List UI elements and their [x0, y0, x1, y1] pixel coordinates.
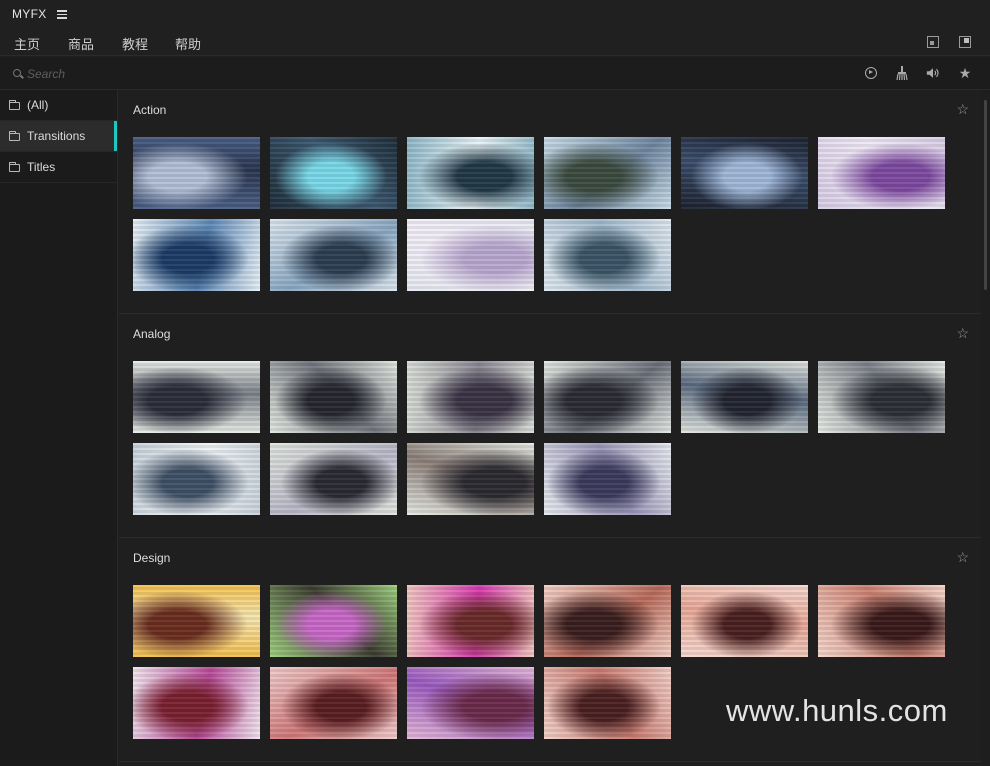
- star-icon[interactable]: ★: [958, 65, 972, 81]
- popout-window-icon[interactable]: [959, 36, 971, 48]
- effect-thumbnail[interactable]: [407, 219, 534, 291]
- sidebar-item-label: Transitions: [27, 129, 86, 143]
- scrollbar[interactable]: [981, 90, 990, 766]
- effect-thumbnail[interactable]: [133, 361, 260, 433]
- section-title: Action: [133, 103, 167, 117]
- search-icon: [13, 69, 21, 77]
- nav-item-tutorials[interactable]: 教程: [122, 34, 148, 53]
- effect-thumbnail[interactable]: [407, 585, 534, 657]
- thumbnail-grid: [119, 130, 981, 313]
- effect-thumbnail[interactable]: [407, 361, 534, 433]
- effect-thumbnail[interactable]: [270, 137, 397, 209]
- sidebar-item-transitions[interactable]: Transitions: [0, 121, 117, 152]
- effect-thumbnail[interactable]: [407, 443, 534, 515]
- effects-browser: Action ☆ Analog ☆ Design ☆: [119, 90, 981, 766]
- restore-window-icon[interactable]: [927, 36, 939, 48]
- favorite-star-icon[interactable]: ☆: [956, 102, 969, 116]
- thumbnail-grid: [119, 354, 981, 537]
- broom-icon[interactable]: [895, 66, 909, 80]
- effect-thumbnail[interactable]: [544, 667, 671, 739]
- main-nav: 主页 商品 教程 帮助: [0, 28, 990, 56]
- effect-thumbnail[interactable]: [407, 667, 534, 739]
- effect-thumbnail[interactable]: [270, 667, 397, 739]
- thumbnail-grid: [119, 578, 981, 761]
- effect-thumbnail[interactable]: [133, 137, 260, 209]
- nav-item-help[interactable]: 帮助: [175, 34, 201, 53]
- effect-thumbnail[interactable]: [544, 585, 671, 657]
- section-header: Design ☆: [119, 538, 981, 578]
- sidebar-item-titles[interactable]: Titles: [0, 152, 117, 183]
- effect-thumbnail[interactable]: [681, 361, 808, 433]
- app-title: MYFX: [12, 7, 47, 21]
- effect-thumbnail[interactable]: [544, 137, 671, 209]
- favorite-star-icon[interactable]: ☆: [956, 550, 969, 564]
- effect-thumbnail[interactable]: [133, 585, 260, 657]
- effect-thumbnail[interactable]: [270, 443, 397, 515]
- effect-thumbnail[interactable]: [818, 361, 945, 433]
- effect-thumbnail[interactable]: [681, 585, 808, 657]
- folder-icon: [8, 99, 20, 110]
- effect-thumbnail[interactable]: [133, 443, 260, 515]
- effect-thumbnail[interactable]: [133, 667, 260, 739]
- volume-icon[interactable]: [926, 66, 940, 80]
- play-circle-icon[interactable]: [864, 66, 878, 80]
- search-bar: ★: [0, 57, 990, 90]
- search-input[interactable]: [27, 65, 427, 83]
- effect-thumbnail[interactable]: [133, 219, 260, 291]
- effect-thumbnail[interactable]: [544, 443, 671, 515]
- section-title: Analog: [133, 327, 171, 341]
- folder-icon: [8, 161, 20, 172]
- effect-thumbnail[interactable]: [544, 361, 671, 433]
- effect-thumbnail[interactable]: [681, 137, 808, 209]
- sidebar: (All) Transitions Titles: [0, 90, 118, 766]
- sidebar-item-all[interactable]: (All): [0, 90, 117, 121]
- effect-thumbnail[interactable]: [407, 137, 534, 209]
- favorite-star-icon[interactable]: ☆: [956, 326, 969, 340]
- effect-thumbnail[interactable]: [818, 137, 945, 209]
- sidebar-item-label: Titles: [27, 160, 56, 174]
- effect-thumbnail[interactable]: [544, 219, 671, 291]
- title-bar: MYFX: [0, 0, 990, 28]
- nav-item-home[interactable]: 主页: [14, 34, 40, 53]
- section-analog: Analog ☆: [119, 314, 981, 538]
- scroll-thumb[interactable]: [984, 100, 987, 290]
- section-header: Analog ☆: [119, 314, 981, 354]
- section-title: Design: [133, 551, 171, 565]
- effect-thumbnail[interactable]: [818, 585, 945, 657]
- nav-item-products[interactable]: 商品: [68, 34, 94, 53]
- folder-icon: [8, 130, 20, 141]
- effect-thumbnail[interactable]: [270, 219, 397, 291]
- watermark: www.hunls.com: [726, 693, 948, 728]
- section-action: Action ☆: [119, 90, 981, 314]
- effect-thumbnail[interactable]: [270, 361, 397, 433]
- section-header: Action ☆: [119, 90, 981, 130]
- effect-thumbnail[interactable]: [270, 585, 397, 657]
- sidebar-item-label: (All): [27, 98, 49, 112]
- hamburger-menu-icon[interactable]: [56, 10, 67, 19]
